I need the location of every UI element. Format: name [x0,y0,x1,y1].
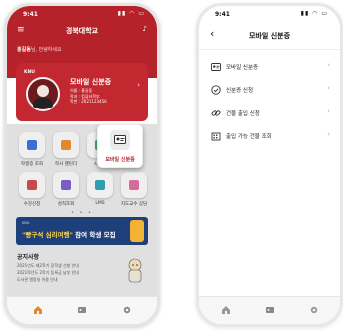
profile-photo [26,77,60,111]
notice-item[interactable]: 2021학년도 2학기 등록금 납부 안내 [17,270,79,276]
page-indicator: • • • [70,210,94,216]
check-circle-icon [211,85,221,95]
status-icons: ▮▮ ◠ ▭ [300,10,328,17]
menu-item-mobile-id[interactable]: 모바일 신분증 › [199,56,340,79]
grid-tile-grades[interactable] [53,172,79,198]
grid-label: 수강신청 [23,202,41,207]
advisor-icon [129,180,139,190]
id-card-line: 학번 : 2021123456 [70,99,107,104]
greeting: 홍길동님, 안녕하세요 [17,46,62,53]
mascot-illustration [128,258,142,283]
app-title: 경북대학교 [65,27,99,35]
status-icons: ▮▮ ◠ ▭ [117,10,145,17]
id-card-icon[interactable] [265,305,275,315]
home-icon[interactable] [33,305,43,315]
bottom-tab-bar [199,296,340,324]
register-icon [27,180,37,190]
menu-item-label: 모바일 신분증 [226,65,259,71]
home-icon[interactable] [221,305,231,315]
banner-headline: "빵구석 심리여행" 참여 학생 모집 [22,229,116,239]
grid-tile-lms[interactable] [87,172,113,198]
chevron-right-icon: › [327,61,330,69]
grid-label: LMS [95,201,105,206]
menu-item-label: 출입 가능 건물 조회 [226,134,272,140]
nav-bar: ‹ 모바일 신분증 [199,22,340,50]
grade-icon [61,180,71,190]
mobile-id-button-label: 모바일 신분증 [105,157,135,163]
greeting-name: 홍길동 [17,47,31,53]
grid-tile-student-id[interactable] [19,132,45,158]
menu-item-id-apply[interactable]: 신분증 신청 › [199,79,340,102]
settings-icon[interactable] [122,305,132,315]
banner-rest: 참여 학생 모집 [72,231,116,239]
status-time: 9:41 [23,11,38,18]
grid-label: 성적조회 [57,202,75,207]
menu-item-building-access-apply[interactable]: 건물 출입 신청 › [199,102,340,125]
id-card-title: 모바일 신분증 [70,78,112,86]
building-icon [211,132,221,141]
chevron-right-icon: › [137,81,140,89]
home-screen-phone: 9:41 ▮▮ ◠ ▭ ≡ 경북대학교 ♪ 홍길동님, 안녕하세요 KNU 모바… [4,3,160,327]
chevron-right-icon: › [327,107,330,115]
page-title: 모바일 신분증 [248,32,291,40]
banner-tag: KNU [22,221,30,225]
university-tag: KNU [24,70,35,75]
id-card-icon [211,63,221,71]
id-card-icon[interactable] [77,305,87,315]
status-time: 9:41 [215,11,230,18]
notice-title: 공지사항 [17,254,40,261]
app-bar: ≡ 경북대학교 ♪ [7,22,157,40]
banner-highlight: "빵구석 심리여행" [22,231,73,239]
mobile-id-screen-phone: 9:41 ▮▮ ◠ ▭ ‹ 모바일 신분증 모바일 신분증 › 신분증 신청 ›… [196,3,343,327]
settings-icon[interactable] [309,305,319,315]
grid-tile-calendar[interactable] [53,132,79,158]
menu-item-label: 건물 출입 신청 [226,111,260,117]
grid-label: 학사 캘린더 [54,162,78,167]
greeting-suffix: 님, 안녕하세요 [30,47,62,53]
notice-item[interactable]: 도서관 열람실 이용 안내 [17,277,58,283]
grid-tile-register[interactable] [19,172,45,198]
lms-icon [95,180,105,190]
mobile-id-button[interactable]: 모바일 신분증 [97,124,143,168]
status-bar: 9:41 ▮▮ ◠ ▭ [7,6,157,22]
grid-label: 지도교수 상담 [120,202,148,207]
notification-bell-icon[interactable]: ♪ [143,25,147,33]
bottom-tab-bar [7,296,157,324]
notice-item[interactable]: 2021년도 제2학기 장학생 선발 안내 [17,263,79,269]
id-icon [27,140,37,150]
grid-tile-advisor[interactable] [121,172,147,198]
id-card-info: 이름 : 홍길동 학과 : 컴퓨터학부 학번 : 2021123456 [70,88,107,105]
menu-item-label: 신분증 신청 [226,88,254,94]
grid-label: 학생증 조회 [20,162,44,167]
chevron-right-icon: › [327,130,330,138]
id-card-icon [110,130,130,150]
link-icon [211,110,221,116]
status-bar: 9:41 ▮▮ ◠ ▭ [199,6,340,22]
chevron-right-icon: › [327,84,330,92]
mobile-id-card[interactable]: KNU 모바일 신분증 이름 : 홍길동 학과 : 컴퓨터학부 학번 : 202… [16,63,148,121]
menu-item-accessible-buildings[interactable]: 출입 가능 건물 조회 › [199,125,340,148]
calendar-icon [61,140,71,150]
promo-banner[interactable]: KNU "빵구석 심리여행" 참여 학생 모집 [16,217,148,245]
banner-illustration [130,220,144,242]
